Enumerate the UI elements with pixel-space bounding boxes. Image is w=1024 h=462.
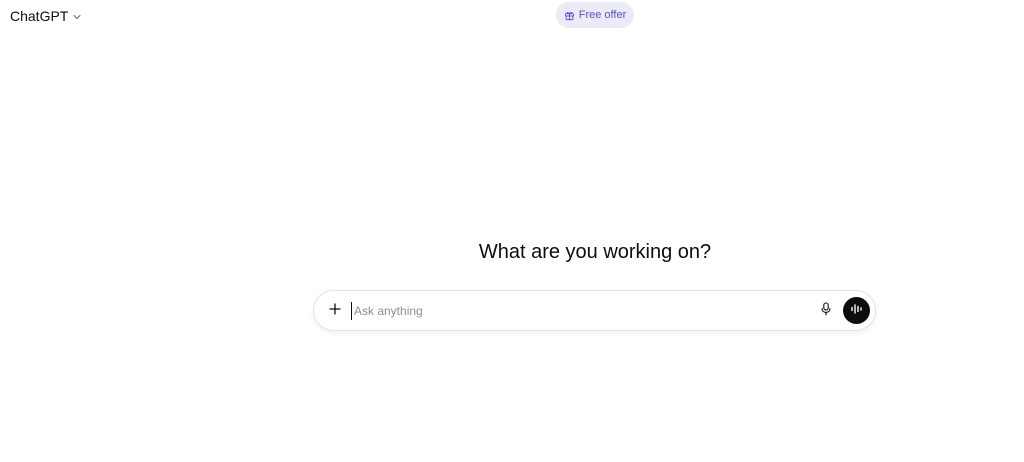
attach-button[interactable] <box>324 300 346 322</box>
page-title: What are you working on? <box>478 241 712 263</box>
microphone-icon <box>820 301 832 321</box>
dictate-button[interactable] <box>818 301 834 321</box>
gift-icon <box>564 10 575 21</box>
model-name: ChatGPT <box>10 8 69 24</box>
plus-icon <box>329 302 341 320</box>
model-switcher[interactable]: ChatGPT <box>10 6 82 26</box>
voice-mode-button[interactable] <box>843 297 870 324</box>
prompt-input[interactable] <box>351 302 794 320</box>
voice-mode-icon <box>850 302 864 320</box>
free-offer-button[interactable]: Free offer <box>556 2 634 28</box>
free-offer-label: Free offer <box>578 9 627 21</box>
chatgpt-home: ChatGPT Free offer What are you working … <box>0 0 1024 462</box>
composer <box>313 290 876 331</box>
chevron-down-icon <box>72 12 82 22</box>
